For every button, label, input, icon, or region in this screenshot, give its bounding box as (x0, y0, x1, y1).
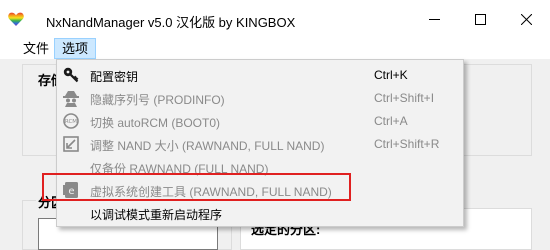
close-button[interactable] (504, 0, 550, 38)
key-icon (63, 67, 79, 83)
menu-file[interactable]: 文件 (16, 38, 56, 59)
menu-item-shortcut: Ctrl+Shift+R (374, 137, 440, 151)
menu-item-configure-keys[interactable]: 配置密钥 Ctrl+K (57, 64, 463, 86)
menu-item-shortcut: Ctrl+K (374, 68, 408, 82)
minimize-icon (429, 19, 440, 20)
menu-item-label: 调整 NAND 大小 (RAWNAND, FULL NAND) (90, 139, 325, 153)
close-icon (521, 14, 532, 25)
resize-icon (63, 136, 79, 152)
rainbow-heart-icon (8, 12, 24, 26)
menu-options[interactable]: 选项 (54, 38, 97, 59)
menu-bar: 文件 选项 (0, 38, 550, 59)
menu-item-label: 以调试模式重新启动程序 (90, 208, 223, 222)
window-title: NxNandManager v5.0 汉化版 by KINGBOX (46, 15, 296, 30)
menu-item-shortcut: Ctrl+Shift+I (374, 91, 435, 105)
menu-item-shortcut: Ctrl+A (374, 114, 408, 128)
menu-item-toggle-autorcm[interactable]: RCM 切换 autoRCM (BOOT0) Ctrl+A (57, 110, 463, 132)
options-dropdown-menu: 配置密钥 Ctrl+K 隐藏序列号 (PRODINFO) Ctrl+Shift+… (56, 59, 464, 227)
menu-item-label: 配置密钥 (90, 70, 139, 84)
maximize-icon (475, 14, 486, 25)
spy-icon (63, 91, 79, 107)
menu-item-resize-nand[interactable]: 调整 NAND 大小 (RAWNAND, FULL NAND) Ctrl+Shi… (57, 133, 463, 155)
menu-item-restart-debug[interactable]: 以调试模式重新启动程序 (57, 202, 463, 224)
menu-item-label: 切换 autoRCM (BOOT0) (90, 116, 221, 130)
maximize-button[interactable] (458, 0, 504, 38)
annotation-highlight-box (42, 173, 351, 201)
menu-item-hide-serial[interactable]: 隐藏序列号 (PRODINFO) Ctrl+Shift+I (57, 87, 463, 109)
title-bar: NxNandManager v5.0 汉化版 by KINGBOX (0, 0, 550, 38)
rcm-icon: RCM (63, 113, 79, 129)
svg-text:RCM: RCM (65, 119, 77, 125)
minimize-button[interactable] (412, 0, 458, 38)
menu-item-label: 隐藏序列号 (PRODINFO) (90, 93, 225, 107)
